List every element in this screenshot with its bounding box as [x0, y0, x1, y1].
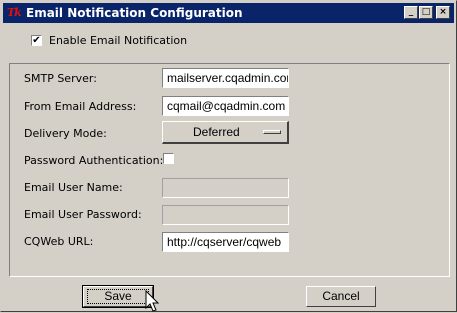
cancel-button[interactable]: Cancel — [306, 286, 376, 307]
cancel-button-label: Cancel — [322, 289, 360, 303]
tk-app-icon: Tk — [7, 6, 22, 19]
email-user-name-label: Email User Name: — [24, 181, 123, 194]
checkmark-icon: ✔ — [32, 35, 41, 46]
title-bar[interactable]: Tk Email Notification Configuration _ □ … — [3, 3, 454, 23]
minimize-icon: _ — [408, 7, 414, 17]
smtp-server-label: SMTP Server: — [24, 72, 97, 85]
cqweb-url-label: CQWeb URL: — [24, 235, 94, 248]
email-user-password-label: Email User Password: — [24, 208, 142, 221]
focus-rectangle — [87, 289, 149, 304]
enable-email-label: Enable Email Notification — [49, 34, 188, 47]
enable-email-checkbox[interactable]: ✔ — [31, 35, 42, 46]
email-user-name-field[interactable] — [162, 178, 289, 198]
delivery-mode-value: Deferred — [193, 125, 240, 139]
email-config-window: Tk Email Notification Configuration _ □ … — [0, 0, 457, 312]
password-auth-label: Password Authentication: — [24, 154, 164, 167]
minimize-button[interactable]: _ — [404, 6, 418, 19]
save-button[interactable]: Save — [82, 285, 154, 308]
maximize-icon: □ — [421, 7, 431, 17]
window-title: Email Notification Configuration — [26, 6, 243, 20]
close-button[interactable]: × — [436, 6, 450, 19]
cqweb-url-field[interactable]: http://cqserver/cqweb — [162, 232, 289, 252]
mouse-pointer-icon — [145, 290, 160, 312]
from-email-field[interactable]: cqmail@cqadmin.com — [162, 96, 289, 116]
delivery-mode-dropdown[interactable]: Deferred — [162, 121, 289, 144]
delivery-mode-label: Delivery Mode: — [24, 127, 107, 140]
maximize-button[interactable]: □ — [419, 6, 433, 19]
smtp-server-field[interactable]: mailserver.cqadmin.com — [162, 68, 289, 88]
password-auth-checkbox[interactable] — [163, 153, 174, 164]
email-user-password-field[interactable] — [162, 205, 289, 225]
close-icon: × — [439, 7, 447, 17]
dropdown-indicator-icon — [263, 130, 281, 134]
from-email-label: From Email Address: — [24, 100, 137, 113]
